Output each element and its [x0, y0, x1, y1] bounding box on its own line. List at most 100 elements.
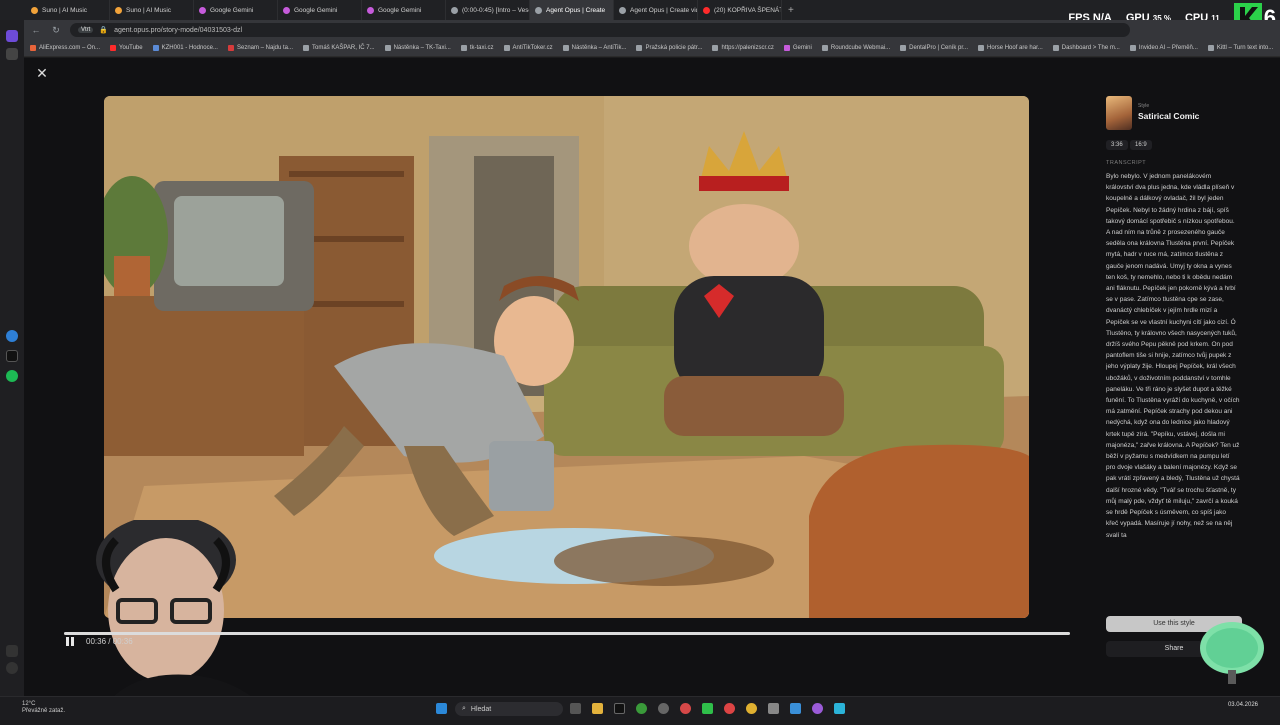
bookmark-favicon-icon	[1052, 45, 1059, 51]
history-icon[interactable]	[6, 662, 18, 674]
bookmark-label: Roundcube Webmai...	[830, 45, 891, 51]
bookmark-item[interactable]: Invideo AI – Přeměň...	[1129, 45, 1198, 51]
file-explorer-icon[interactable]	[592, 703, 603, 714]
bookmark-label: AliExpress.com – On...	[39, 45, 101, 51]
bookmark-label: Tomáš KAŠPAR, IČ 7...	[312, 45, 375, 51]
bookmark-favicon-icon	[1207, 45, 1214, 51]
tiktok-icon[interactable]	[6, 350, 18, 362]
bookmark-favicon-icon	[303, 45, 310, 51]
bookmark-item[interactable]: Pražská policie pátr...	[636, 45, 702, 51]
bookmark-item[interactable]: DentalPro | Ceník pr...	[900, 45, 968, 51]
bookmark-item[interactable]: Seznam – Najdu ta...	[227, 45, 294, 51]
reload-icon[interactable]: ↻	[50, 25, 62, 36]
bookmark-favicon-icon	[503, 45, 510, 51]
app-icon-red[interactable]	[680, 703, 691, 714]
bookmark-item[interactable]: Dashboard > The m...	[1052, 45, 1120, 51]
xbox-icon[interactable]	[636, 703, 647, 714]
settings-icon[interactable]	[658, 703, 669, 714]
bookmark-icon[interactable]	[6, 48, 18, 60]
bookmark-label: Invideo AI – Přeměň...	[1138, 45, 1198, 51]
start-icon[interactable]	[436, 703, 447, 714]
browser-tab[interactable]: Google Gemini	[362, 0, 446, 20]
bookmark-item[interactable]: KZH001 - Hodnoce...	[152, 45, 218, 51]
spotify-icon[interactable]	[6, 370, 18, 382]
app-icon-gray[interactable]	[768, 703, 779, 714]
transcript-text[interactable]: Bylo nebylo. V jednom panelákovém králov…	[1106, 171, 1240, 579]
bookmark-favicon-icon	[227, 45, 234, 51]
browser-sidebar	[0, 20, 24, 696]
browser-tab[interactable]: Suno | AI Music	[26, 0, 110, 20]
style-detail-panel: Style Satirical Comic 3:36 16:9 TRANSCRI…	[1094, 86, 1254, 676]
bookmarks-bar: AliExpress.com – On... YouTube KZH001 - Ho…	[0, 40, 1280, 57]
bookmark-favicon-icon	[384, 45, 391, 51]
bookmark-item[interactable]: Horse Hoof are har...	[978, 45, 1043, 51]
bookmark-favicon-icon	[636, 45, 643, 51]
bookmark-favicon-icon	[30, 45, 36, 51]
bookmark-favicon-icon	[783, 45, 790, 51]
bookmark-label: Kittl – Turn text into...	[1216, 45, 1274, 51]
bookmark-item[interactable]: YouTube	[110, 45, 143, 51]
browser-tab[interactable]: Agent Opus | Create	[530, 0, 614, 20]
bookmark-label: KZH001 - Hodnoce...	[161, 45, 218, 51]
tab-title: Google Gemini	[210, 6, 254, 14]
bookmark-item[interactable]: Roundcube Webmai...	[821, 45, 891, 51]
style-thumbnail	[1106, 96, 1132, 130]
windows-taskbar: 12°C Převážně zataž. ⌕ Hledat 03.04.2026	[0, 696, 1280, 720]
bookmark-item[interactable]: Kittl – Turn text into...	[1207, 45, 1274, 51]
bookmark-label: Pražská policie pátr...	[645, 45, 703, 51]
bookmark-favicon-icon	[900, 45, 907, 51]
bookmark-item[interactable]: Nástěnka – AntiTik...	[562, 45, 626, 51]
bookmark-item[interactable]: Nástěnka – TK-Taxi...	[384, 45, 451, 51]
tab-title: (0:00-0:45) [Intro – Vesel	[462, 6, 530, 14]
webcam-person-image	[96, 515, 276, 720]
pause-button[interactable]	[66, 637, 76, 647]
browser-tab[interactable]: (0:00-0:45) [Intro – Vesel	[446, 0, 530, 20]
opera-icon[interactable]	[724, 703, 735, 714]
clock-date: 03.04.2026	[1227, 702, 1258, 708]
browser-tab[interactable]: Google Gemini	[278, 0, 362, 20]
close-icon[interactable]: ✕	[35, 66, 49, 80]
weather-temp: 12°C	[22, 701, 36, 707]
bookmark-item[interactable]: AliExpress.com – On...	[30, 45, 100, 51]
address-bar-row: ← ↻ Vtrt 🔒 agent.opus.pro/story-mode/040…	[0, 20, 1280, 40]
bookmark-item[interactable]: AntiTikToker.cz	[503, 45, 553, 51]
url-input[interactable]: Vtrt 🔒 agent.opus.pro/story-mode/0403150…	[70, 23, 1130, 37]
home-icon[interactable]	[6, 30, 18, 42]
weather-widget[interactable]: 12°C Převážně zataž.	[22, 701, 65, 715]
bookmark-item[interactable]: Tomáš KAŠPAR, IČ 7...	[303, 45, 375, 51]
chrome-icon[interactable]	[746, 703, 757, 714]
tab-title: Suno | AI Music	[126, 6, 172, 14]
aspect-ratio-chip: 16:9	[1130, 140, 1152, 150]
tab-favicon-icon	[619, 6, 626, 14]
app-icon-purple[interactable]	[812, 703, 823, 714]
style-label: Style	[1138, 103, 1150, 109]
heart-icon[interactable]	[6, 645, 18, 657]
tree-decoration-icon	[1200, 622, 1264, 684]
video-progress-bar[interactable]	[64, 632, 1070, 635]
media-player-icon[interactable]	[702, 703, 713, 714]
browser-tab[interactable]: (20) KOPŘIVA ŠPENÁT - Yo	[698, 0, 782, 20]
bookmark-label: https://palenizscr.cz	[721, 45, 774, 51]
messenger-icon[interactable]	[6, 330, 18, 342]
tab-title: Google Gemini	[294, 6, 338, 14]
bookmark-favicon-icon	[712, 45, 719, 51]
bookmark-item[interactable]: Gemini	[783, 45, 812, 51]
tiktok-app-icon[interactable]	[614, 703, 625, 714]
taskbar-search[interactable]: ⌕ Hledat	[455, 702, 563, 716]
telegram-icon[interactable]	[790, 703, 801, 714]
bookmark-label: Dashboard > The m...	[1061, 45, 1120, 51]
browser-tab[interactable]: Suno | AI Music	[110, 0, 194, 20]
notepad-icon[interactable]	[834, 703, 845, 714]
bookmark-label: Seznam – Najdu ta...	[236, 45, 294, 51]
bookmark-label: AntiTikToker.cz	[512, 45, 553, 51]
new-tab-button[interactable]: +	[788, 5, 794, 16]
browser-tab[interactable]: Agent Opus | Create vide	[614, 0, 698, 20]
task-view-icon[interactable]	[570, 703, 581, 714]
bookmark-item[interactable]: https://palenizscr.cz	[712, 45, 774, 51]
browser-tab[interactable]: Google Gemini	[194, 0, 278, 20]
bookmark-label: Gemini	[792, 45, 812, 51]
taskbar-clock[interactable]: 03.04.2026	[1228, 701, 1258, 709]
bookmark-item[interactable]: tk-taxi.cz	[460, 45, 494, 51]
back-icon[interactable]: ←	[30, 25, 42, 35]
bookmark-favicon-icon	[562, 45, 569, 51]
